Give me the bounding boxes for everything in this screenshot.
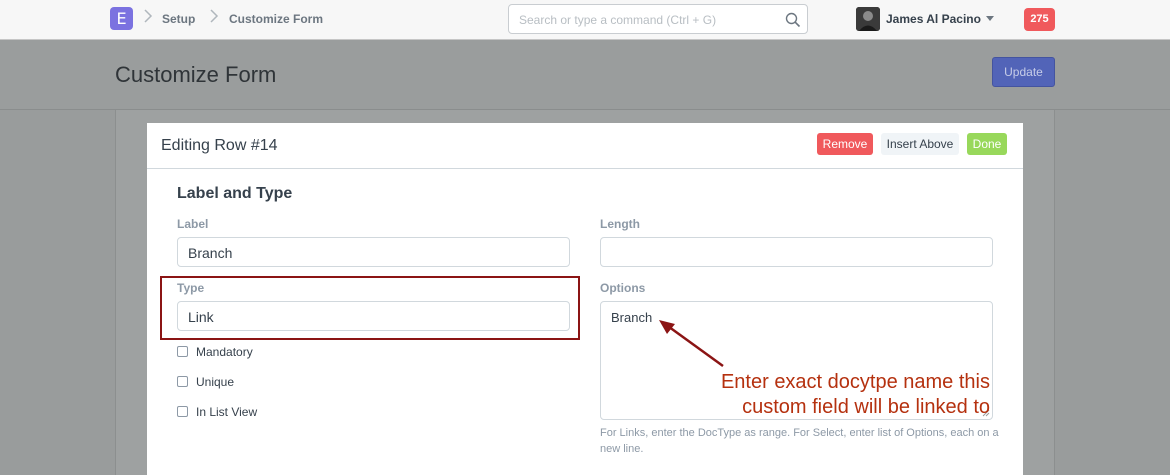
in-list-view-checkbox[interactable] bbox=[177, 406, 188, 417]
unique-checkbox[interactable] bbox=[177, 376, 188, 387]
page-header: Customize Form Update bbox=[0, 40, 1170, 110]
in-list-view-label: In List View bbox=[196, 405, 258, 419]
chevron-right-icon bbox=[210, 9, 219, 23]
length-input[interactable] bbox=[600, 237, 993, 267]
update-button[interactable]: Update bbox=[992, 57, 1055, 87]
annotation-arrow-icon bbox=[659, 320, 724, 368]
length-field-label: Length bbox=[600, 217, 640, 231]
options-field-label: Options bbox=[600, 281, 646, 295]
section-title: Label and Type bbox=[177, 185, 293, 202]
remove-button[interactable]: Remove bbox=[817, 133, 873, 155]
options-value: Branch bbox=[611, 310, 653, 325]
search-input[interactable]: Search or type a command (Ctrl + G) bbox=[508, 4, 808, 34]
breadcrumb-customize-form[interactable]: Customize Form bbox=[229, 12, 323, 26]
type-highlight-box bbox=[160, 276, 580, 340]
page-title: Customize Form bbox=[115, 62, 277, 87]
dialog-header: Editing Row #14 Remove Insert Above Done bbox=[147, 123, 1023, 169]
chevron-right-icon bbox=[144, 9, 153, 23]
options-help-text: For Links, enter the DocType as range. F… bbox=[600, 427, 999, 455]
notification-badge[interactable]: 275 bbox=[1024, 8, 1055, 31]
mandatory-label: Mandatory bbox=[196, 345, 253, 359]
annotation-line-1: Enter exact docytpe name this bbox=[720, 371, 990, 393]
top-navbar: E Setup Customize Form Search or type a … bbox=[0, 0, 1170, 40]
mandatory-checkbox[interactable] bbox=[177, 346, 188, 357]
label-input[interactable]: Branch bbox=[177, 237, 570, 267]
annotation-line-2: custom field will be linked to bbox=[742, 396, 990, 418]
label-field-label: Label bbox=[177, 217, 209, 231]
dialog-title: Editing Row #14 bbox=[161, 137, 278, 154]
annotation-text: Enter exact docytpe name this custom fie… bbox=[660, 370, 990, 420]
done-button[interactable]: Done bbox=[967, 133, 1007, 155]
caret-down-icon[interactable] bbox=[986, 16, 994, 21]
user-name[interactable]: James Al Pacino bbox=[886, 12, 981, 26]
avatar[interactable] bbox=[856, 7, 880, 31]
search-icon[interactable] bbox=[785, 12, 801, 28]
insert-above-button[interactable]: Insert Above bbox=[881, 133, 959, 155]
user-photo-icon bbox=[856, 7, 880, 31]
breadcrumb-setup[interactable]: Setup bbox=[162, 12, 195, 26]
search-placeholder: Search or type a command (Ctrl + G) bbox=[519, 13, 717, 27]
unique-label: Unique bbox=[196, 375, 235, 389]
app-logo[interactable]: E bbox=[110, 7, 133, 30]
